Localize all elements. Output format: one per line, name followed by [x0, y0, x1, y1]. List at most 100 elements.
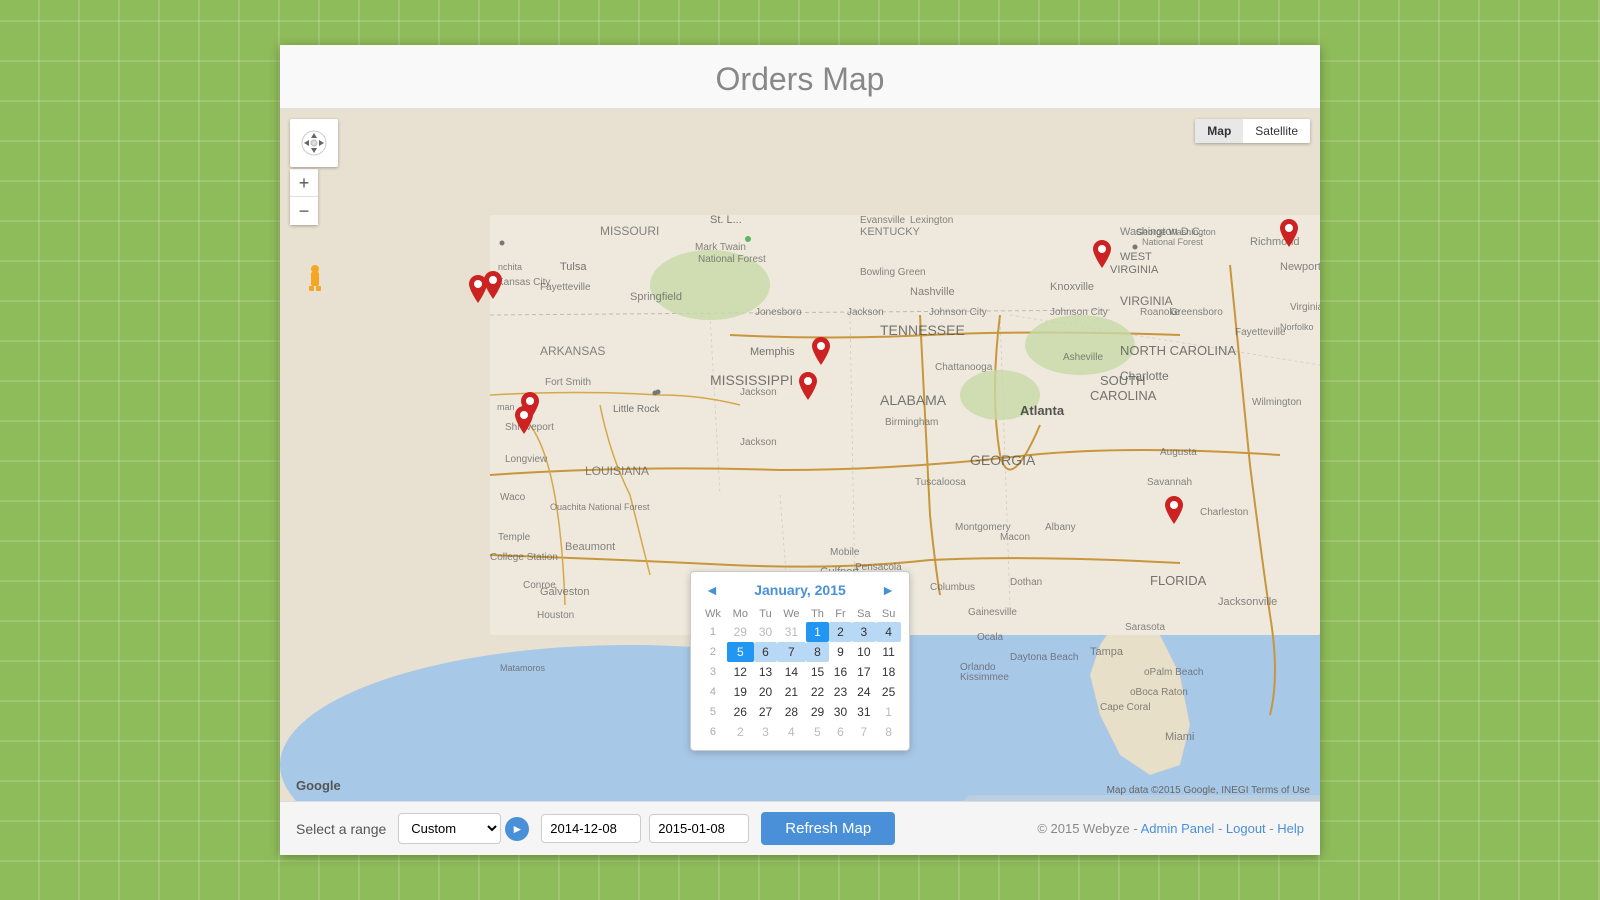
cal-day[interactable]: 7	[777, 642, 805, 662]
footer-copyright: © 2015 Webyze -	[1037, 821, 1140, 836]
svg-text:Houston: Houston	[537, 610, 574, 621]
cal-day[interactable]: 3	[852, 622, 877, 642]
svg-text:Charlotte: Charlotte	[1120, 369, 1169, 383]
calendar-header: ◄ January, 2015 ►	[699, 580, 901, 600]
svg-text:Greensboro: Greensboro	[1170, 307, 1223, 318]
cal-day[interactable]: 7	[852, 722, 877, 742]
cal-day[interactable]: 31	[852, 702, 877, 722]
cal-day[interactable]: 4	[876, 622, 901, 642]
map-pin-6[interactable]	[799, 372, 817, 400]
zoom-in-button[interactable]: +	[290, 169, 318, 197]
svg-text:Columbus: Columbus	[930, 582, 975, 593]
zoom-out-button[interactable]: −	[290, 197, 318, 225]
cal-day[interactable]: 5	[727, 642, 754, 662]
cal-day[interactable]: 24	[852, 682, 877, 702]
cal-day[interactable]: 25	[876, 682, 901, 702]
cal-day[interactable]: 1	[806, 622, 830, 642]
svg-text:VIRGINIA: VIRGINIA	[1120, 294, 1173, 308]
cal-day[interactable]: 17	[852, 662, 877, 682]
svg-text:Jackson: Jackson	[847, 307, 884, 318]
svg-text:NORTH CAROLINA: NORTH CAROLINA	[1120, 343, 1236, 358]
cal-day[interactable]: 1	[876, 702, 901, 722]
svg-text:Charleston: Charleston	[1200, 507, 1248, 518]
cal-day[interactable]: 29	[806, 702, 830, 722]
cal-day[interactable]: 2	[829, 622, 851, 642]
cal-day[interactable]: 31	[777, 622, 805, 642]
cal-day[interactable]: 21	[777, 682, 805, 702]
cal-day[interactable]: 11	[876, 642, 901, 662]
cal-day[interactable]: 29	[727, 622, 754, 642]
cal-day[interactable]: 6	[754, 642, 777, 662]
cal-day[interactable]: 10	[852, 642, 877, 662]
cal-header-wk: Wk	[699, 606, 727, 622]
map-type-controls: Map Satellite	[1195, 119, 1310, 143]
svg-text:Fayetteville: Fayetteville	[1235, 327, 1286, 338]
refresh-map-button[interactable]: Refresh Map	[761, 812, 895, 845]
cal-day[interactable]: 6	[829, 722, 851, 742]
svg-text:Tuscaloosa: Tuscaloosa	[915, 477, 966, 488]
svg-text:Springfield: Springfield	[630, 291, 682, 303]
pan-icon	[300, 129, 328, 157]
map-pin-7[interactable]	[1093, 240, 1111, 268]
svg-text:Bowling Green: Bowling Green	[860, 267, 926, 278]
footer-links: © 2015 Webyze - Admin Panel - Logout - H…	[1037, 821, 1304, 836]
svg-text:Norfolko: Norfolko	[1280, 322, 1314, 332]
svg-text:Cape Coral: Cape Coral	[1100, 702, 1151, 713]
svg-text:Knoxville: Knoxville	[1050, 281, 1094, 293]
logout-link[interactable]: Logout	[1226, 821, 1266, 836]
svg-text:Fort Smith: Fort Smith	[545, 377, 591, 388]
cal-day[interactable]: 27	[754, 702, 777, 722]
cal-day[interactable]: 9	[829, 642, 851, 662]
cal-header-th: Th	[806, 606, 830, 622]
bottom-bar: Select a range CustomTodayThis WeekThis …	[280, 801, 1320, 855]
cal-day[interactable]: 30	[754, 622, 777, 642]
map-pin-8[interactable]	[1280, 219, 1298, 247]
cal-day[interactable]: 12	[727, 662, 754, 682]
pan-control[interactable]	[290, 119, 338, 167]
cal-day[interactable]: 19	[727, 682, 754, 702]
cal-day[interactable]: 28	[777, 702, 805, 722]
cal-day[interactable]: 2	[727, 722, 754, 742]
svg-text:Kissimmee: Kissimmee	[960, 672, 1009, 683]
svg-text:Evansville: Evansville	[860, 215, 905, 226]
date-end-input[interactable]	[649, 814, 749, 843]
svg-text:Conroe: Conroe	[523, 580, 556, 591]
svg-text:Waco: Waco	[500, 492, 526, 503]
cal-day[interactable]: 18	[876, 662, 901, 682]
range-select[interactable]: CustomTodayThis WeekThis Month	[398, 813, 501, 844]
cal-day[interactable]: 14	[777, 662, 805, 682]
svg-text:Jonesboro: Jonesboro	[755, 307, 802, 318]
map-pin-5[interactable]	[812, 337, 830, 365]
calendar-prev[interactable]: ◄	[699, 580, 725, 600]
date-start-input[interactable]	[541, 814, 641, 843]
cal-day[interactable]: 4	[777, 722, 805, 742]
map-type-satellite-button[interactable]: Satellite	[1243, 119, 1310, 143]
map-pin-2[interactable]	[484, 271, 502, 299]
svg-text:Asheville: Asheville	[1063, 352, 1103, 363]
cal-day[interactable]: 30	[829, 702, 851, 722]
cal-day[interactable]: 15	[806, 662, 830, 682]
svg-text:Daytona Beach: Daytona Beach	[1010, 652, 1078, 663]
cal-day[interactable]: 3	[754, 722, 777, 742]
admin-panel-link[interactable]: Admin Panel	[1141, 821, 1215, 836]
help-link[interactable]: Help	[1277, 821, 1304, 836]
cal-day[interactable]: 13	[754, 662, 777, 682]
cal-day[interactable]: 5	[806, 722, 830, 742]
cal-day[interactable]: 16	[829, 662, 851, 682]
pegman[interactable]	[306, 262, 324, 299]
cal-day[interactable]: 22	[806, 682, 830, 702]
svg-text:MISSOURI: MISSOURI	[600, 224, 659, 238]
svg-text:Ouachita National Forest: Ouachita National Forest	[550, 502, 650, 512]
calendar-next[interactable]: ►	[875, 580, 901, 600]
cal-day[interactable]: 23	[829, 682, 851, 702]
cal-day[interactable]: 8	[876, 722, 901, 742]
map-pin-4[interactable]	[515, 406, 533, 434]
map-credit: Map data ©2015 Google, INEGI Terms of Us…	[1107, 785, 1310, 796]
calendar-popup: ◄ January, 2015 ► Wk Mo Tu We Th Fr Sa S…	[690, 571, 910, 751]
map-pin-9[interactable]	[1165, 496, 1183, 524]
cal-day[interactable]: 26	[727, 702, 754, 722]
cal-day[interactable]: 8	[806, 642, 830, 662]
cal-day[interactable]: 20	[754, 682, 777, 702]
range-arrow[interactable]: ►	[505, 817, 529, 841]
map-type-map-button[interactable]: Map	[1195, 119, 1243, 143]
